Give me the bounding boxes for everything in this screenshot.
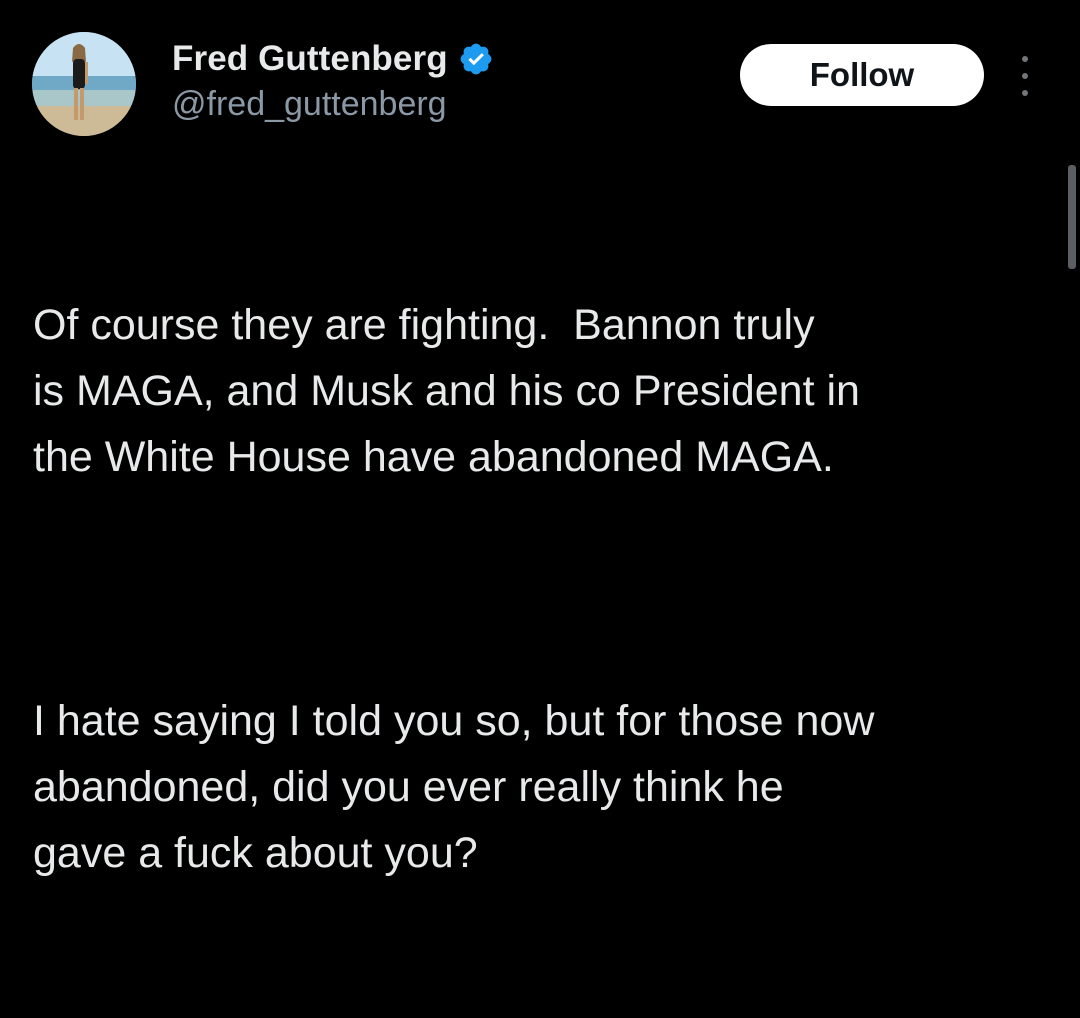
- post-text: Of course they are fighting. Bannon trul…: [33, 160, 1043, 1018]
- author-name-row: Fred Guttenberg: [172, 36, 494, 82]
- author-display-name[interactable]: Fred Guttenberg: [172, 39, 448, 79]
- avatar[interactable]: [32, 32, 136, 136]
- verified-badge-icon[interactable]: [458, 41, 494, 77]
- post-paragraph: Of course they are fighting. Bannon trul…: [33, 301, 860, 481]
- avatar-image: [32, 32, 136, 136]
- more-vertical-icon[interactable]: [1013, 56, 1037, 96]
- more-dot: [1022, 90, 1028, 96]
- follow-button[interactable]: Follow: [740, 44, 984, 106]
- author-handle[interactable]: @fred_guttenberg: [172, 85, 447, 124]
- more-dot: [1022, 56, 1028, 62]
- scrollbar-thumb[interactable]: [1068, 165, 1076, 269]
- tweet-card: Fred Guttenberg @fred_guttenberg Follow …: [0, 0, 1080, 877]
- more-dot: [1022, 73, 1028, 79]
- post-paragraph: I hate saying I told you so, but for tho…: [33, 697, 875, 877]
